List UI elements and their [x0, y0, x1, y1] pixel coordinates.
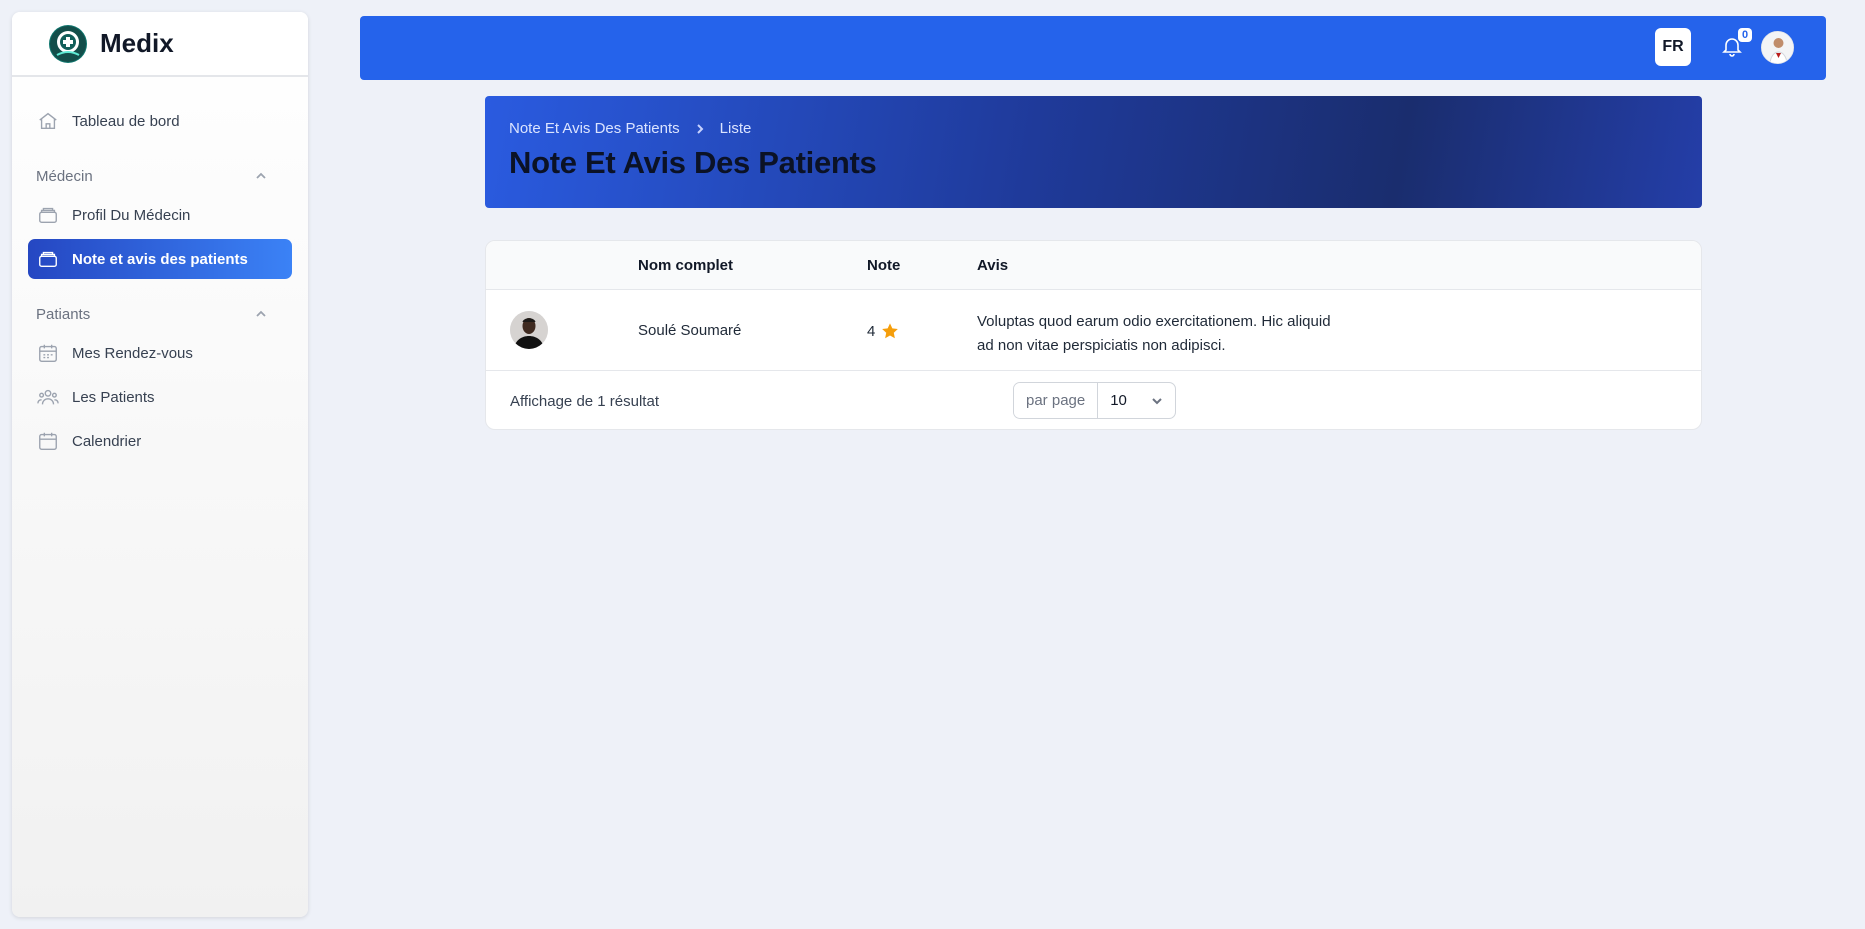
sidebar: Medix Tableau de bord Médecin Profil Du …	[12, 12, 308, 917]
per-page-value: 10	[1110, 392, 1127, 409]
sidebar-item-mes-rendez-vous[interactable]: Mes Rendez-vous	[28, 333, 292, 373]
notification-count-badge: 0	[1738, 28, 1752, 42]
chevron-right-icon	[696, 123, 704, 134]
reviews-table: Nom complet Note Avis Soulé Soumaré 4 Vo…	[485, 240, 1702, 430]
column-header-avis[interactable]: Avis	[977, 257, 1008, 274]
patient-rating: 4	[867, 322, 899, 340]
breadcrumb-item-section[interactable]: Note Et Avis Des Patients	[509, 120, 680, 137]
notifications-button[interactable]: 0	[1720, 28, 1752, 60]
sidebar-item-label: Mes Rendez-vous	[72, 344, 193, 362]
medical-logo-icon	[49, 24, 87, 63]
column-header-name[interactable]: Nom complet	[638, 257, 733, 274]
brand-name: Medix	[100, 28, 174, 58]
calendar-days-icon	[36, 341, 60, 365]
breadcrumb: Note Et Avis Des Patients Liste	[509, 120, 1678, 137]
patient-review-text: Voluptas quod earum odio exercitationem.…	[977, 313, 1331, 354]
page-title: Note Et Avis Des Patients	[509, 145, 877, 180]
sidebar-item-tableau-de-bord[interactable]: Tableau de bord	[28, 101, 292, 141]
home-icon	[36, 109, 60, 133]
users-icon	[36, 385, 60, 409]
per-page-select[interactable]: 10	[1098, 383, 1175, 418]
star-icon	[882, 323, 899, 339]
breadcrumb-item-current: Liste	[719, 120, 752, 137]
sidebar-item-label: Profil Du Médecin	[72, 206, 191, 224]
rating-value: 4	[867, 322, 876, 340]
sidebar-item-profil-medecin[interactable]: Profil Du Médecin	[28, 195, 292, 235]
table-footer: Affichage de 1 résultat par page 10	[486, 371, 1701, 429]
box-icon	[36, 247, 60, 271]
per-page-control: par page 10	[1013, 382, 1177, 419]
table-header: Nom complet Note Avis	[486, 241, 1701, 290]
results-count: Affichage de 1 résultat	[510, 393, 659, 410]
sidebar-item-label: Note et avis des patients	[72, 250, 248, 268]
page-header: Note Et Avis Des Patients Liste Note Et …	[485, 96, 1702, 208]
user-avatar[interactable]	[1761, 31, 1794, 64]
sidebar-item-label: Calendrier	[72, 432, 142, 450]
sidebar-nav: Tableau de bord Médecin Profil Du Médeci…	[12, 77, 308, 461]
patient-name: Soulé Soumaré	[638, 322, 742, 339]
per-page-label: par page	[1014, 383, 1099, 418]
sidebar-group-medecin[interactable]: Médecin	[36, 163, 268, 189]
chevron-up-icon	[256, 172, 266, 179]
sidebar-item-note-avis[interactable]: Note et avis des patients	[28, 239, 292, 279]
chevron-down-icon	[1152, 397, 1162, 404]
chevron-up-icon	[256, 310, 266, 317]
top-bar: FR 0	[360, 16, 1826, 80]
sidebar-group-title: Patiants	[36, 305, 91, 323]
table-row[interactable]: Soulé Soumaré 4 Voluptas quod earum odio…	[486, 290, 1701, 371]
box-icon	[36, 203, 60, 227]
sidebar-group-title: Médecin	[36, 167, 93, 185]
column-header-note[interactable]: Note	[867, 257, 900, 274]
sidebar-item-label: Tableau de bord	[72, 112, 180, 130]
sidebar-item-calendrier[interactable]: Calendrier	[28, 421, 292, 461]
sidebar-item-label: Les Patients	[72, 388, 155, 406]
calendar-icon	[36, 429, 60, 453]
sidebar-item-les-patients[interactable]: Les Patients	[28, 377, 292, 417]
brand[interactable]: Medix	[12, 12, 308, 77]
patient-avatar	[510, 311, 548, 349]
language-button[interactable]: FR	[1655, 28, 1691, 66]
sidebar-group-patiants[interactable]: Patiants	[36, 301, 268, 327]
